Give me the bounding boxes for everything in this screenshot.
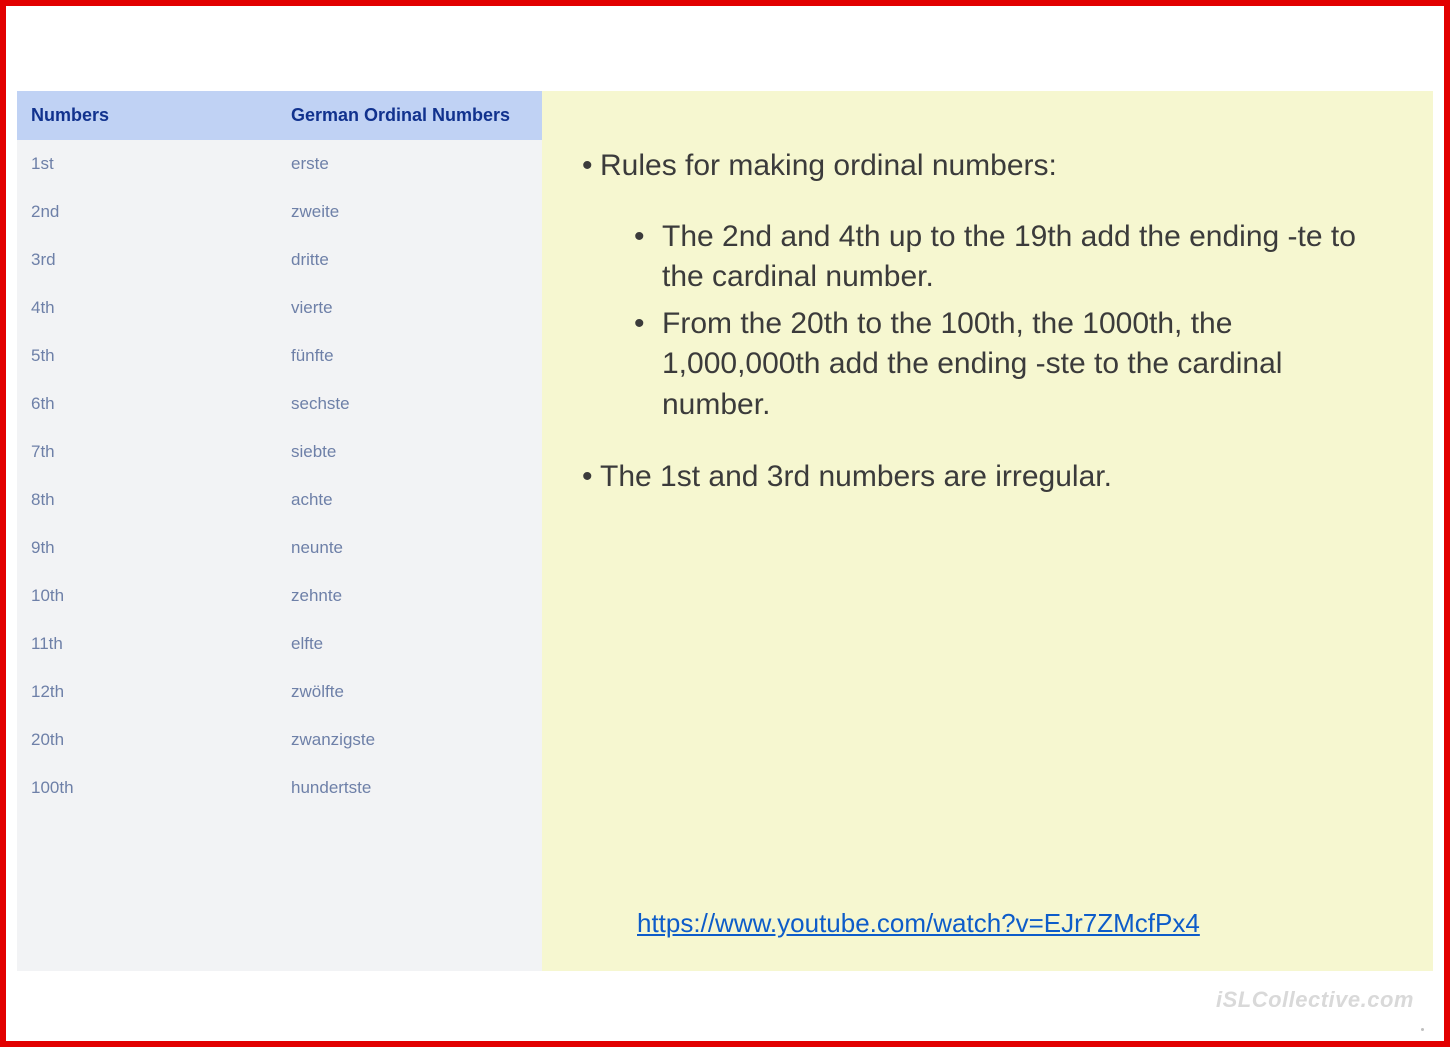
cell-german: dritte bbox=[291, 250, 530, 270]
corner-dot-icon bbox=[1421, 1028, 1424, 1031]
cell-number: 3rd bbox=[31, 250, 291, 270]
cell-german: vierte bbox=[291, 298, 530, 318]
cell-german: siebte bbox=[291, 442, 530, 462]
bullet-icon: • bbox=[582, 146, 600, 187]
table-row: 100thhundertste bbox=[17, 764, 542, 812]
table-row: 10thzehnte bbox=[17, 572, 542, 620]
cell-german: neunte bbox=[291, 538, 530, 558]
table-row: 5thfünfte bbox=[17, 332, 542, 380]
table-row: 9thneunte bbox=[17, 524, 542, 572]
table-header-german: German Ordinal Numbers bbox=[291, 105, 530, 126]
table-row: 3rddritte bbox=[17, 236, 542, 284]
cell-number: 5th bbox=[31, 346, 291, 366]
cell-number: 4th bbox=[31, 298, 291, 318]
cell-german: zweite bbox=[291, 202, 530, 222]
cell-number: 6th bbox=[31, 394, 291, 414]
table-row: 8thachte bbox=[17, 476, 542, 524]
cell-number: 7th bbox=[31, 442, 291, 462]
cell-german: zwölfte bbox=[291, 682, 530, 702]
rules-heading-block: •Rules for making ordinal numbers: The 2… bbox=[582, 146, 1383, 425]
table-header-numbers: Numbers bbox=[31, 105, 291, 126]
cell-german: zwanzigste bbox=[291, 730, 530, 750]
rules-subitem: From the 20th to the 100th, the 1000th, … bbox=[662, 304, 1383, 426]
cell-number: 20th bbox=[31, 730, 291, 750]
cell-number: 10th bbox=[31, 586, 291, 606]
video-link-box: https://www.youtube.com/watch?v=EJr7ZMcf… bbox=[637, 903, 1200, 944]
table-row: 12thzwölfte bbox=[17, 668, 542, 716]
cell-german: elfte bbox=[291, 634, 530, 654]
cell-number: 9th bbox=[31, 538, 291, 558]
cell-number: 8th bbox=[31, 490, 291, 510]
content-pane: •Rules for making ordinal numbers: The 2… bbox=[542, 91, 1433, 971]
cell-german: sechste bbox=[291, 394, 530, 414]
cell-german: erste bbox=[291, 154, 530, 174]
cell-number: 1st bbox=[31, 154, 291, 174]
table-row: 2ndzweite bbox=[17, 188, 542, 236]
table-row: 1sterste bbox=[17, 140, 542, 188]
table-row: 20thzwanzigste bbox=[17, 716, 542, 764]
table-row: 4thvierte bbox=[17, 284, 542, 332]
cell-number: 2nd bbox=[31, 202, 291, 222]
cell-german: zehnte bbox=[291, 586, 530, 606]
watermark: iSLCollective.com bbox=[1216, 987, 1414, 1013]
video-link[interactable]: https://www.youtube.com/watch?v=EJr7ZMcf… bbox=[637, 908, 1200, 938]
rules-sublist: The 2nd and 4th up to the 19th add the e… bbox=[582, 217, 1383, 426]
bullet-icon: • bbox=[582, 457, 600, 498]
cell-german: achte bbox=[291, 490, 530, 510]
irregular-note-block: •The 1st and 3rd numbers are irregular. bbox=[582, 457, 1383, 498]
cell-number: 100th bbox=[31, 778, 291, 798]
cell-number: 11th bbox=[31, 634, 291, 654]
table-row: 7thsiebte bbox=[17, 428, 542, 476]
table-row: 11thelfte bbox=[17, 620, 542, 668]
table-body: 1sterste2ndzweite3rddritte4thvierte5thfü… bbox=[17, 140, 542, 971]
table-header-row: Numbers German Ordinal Numbers bbox=[17, 91, 542, 140]
document-frame: Numbers German Ordinal Numbers 1sterste2… bbox=[0, 0, 1450, 1047]
rules-heading: Rules for making ordinal numbers: bbox=[600, 149, 1057, 182]
cell-german: fünfte bbox=[291, 346, 530, 366]
cell-german: hundertste bbox=[291, 778, 530, 798]
table-row: 6thsechste bbox=[17, 380, 542, 428]
slide: Numbers German Ordinal Numbers 1sterste2… bbox=[17, 91, 1433, 971]
irregular-note: The 1st and 3rd numbers are irregular. bbox=[600, 460, 1112, 493]
ordinal-table: Numbers German Ordinal Numbers 1sterste2… bbox=[17, 91, 542, 971]
rules-subitem: The 2nd and 4th up to the 19th add the e… bbox=[662, 217, 1383, 298]
cell-number: 12th bbox=[31, 682, 291, 702]
